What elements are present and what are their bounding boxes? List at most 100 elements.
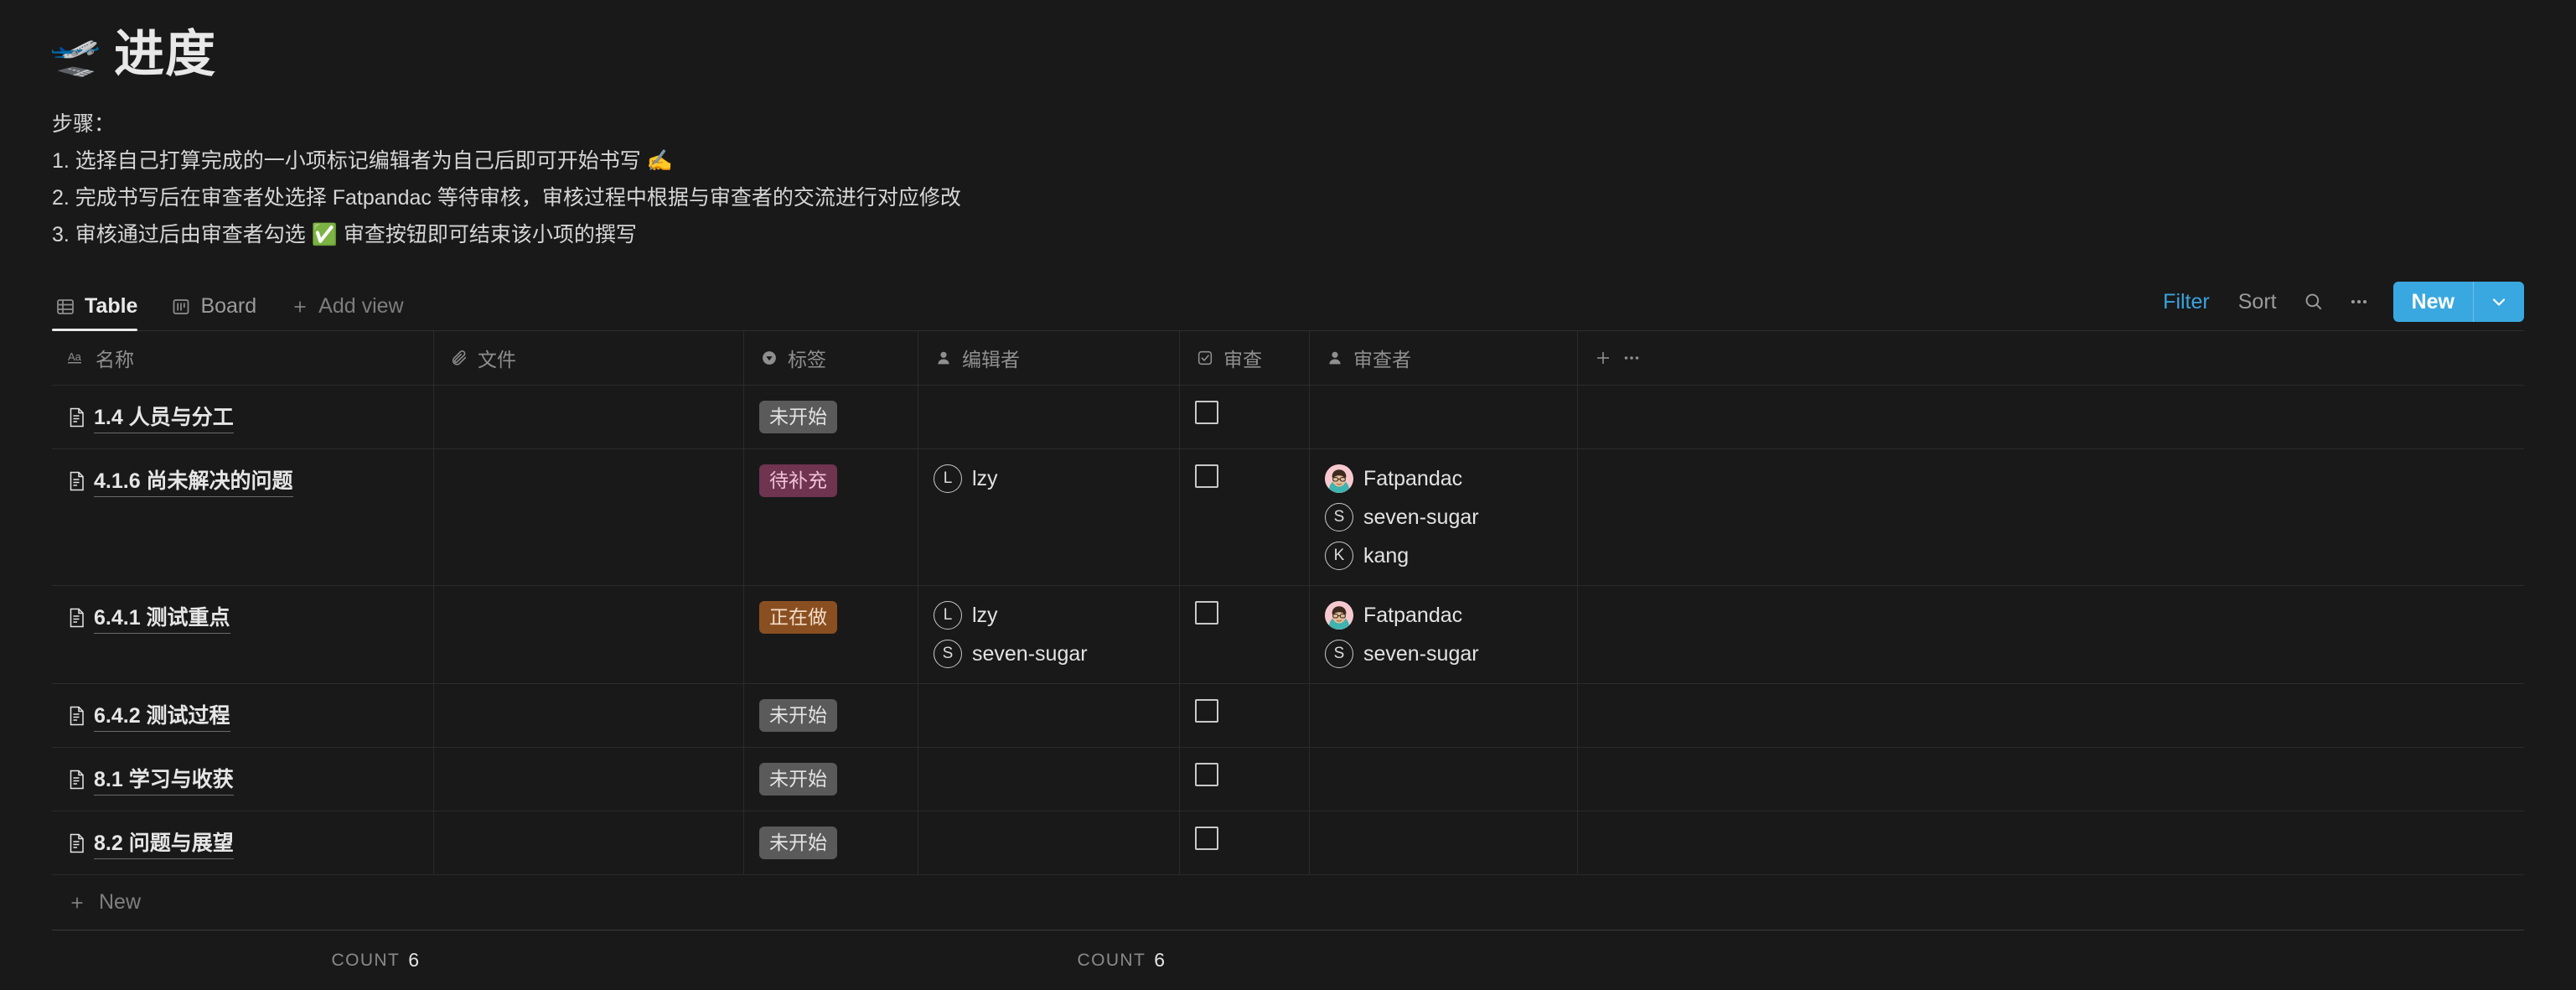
cell-file[interactable] (434, 449, 744, 585)
person-chip[interactable]: Llzy (934, 601, 1164, 630)
cell-review[interactable] (1180, 748, 1310, 811)
row-title[interactable]: 6.4.1 测试重点 (67, 601, 418, 634)
person-chip[interactable]: Kkang (1325, 542, 1562, 570)
review-checkbox[interactable] (1195, 763, 1218, 786)
cell-name[interactable]: 4.1.6 尚未解决的问题 (52, 449, 434, 585)
review-checkbox[interactable] (1195, 464, 1218, 488)
row-title[interactable]: 4.1.6 尚未解决的问题 (67, 464, 418, 497)
cell-reviewer[interactable]: Fatpandac Sseven-sugar Kkang (1310, 449, 1578, 585)
chevron-down-icon[interactable] (2474, 282, 2524, 322)
cell-editor[interactable] (918, 811, 1180, 874)
cell-name[interactable]: 6.4.2 测试过程 (52, 684, 434, 747)
board-icon (171, 297, 191, 317)
cell-reviewer[interactable] (1310, 386, 1578, 448)
search-icon[interactable] (2291, 286, 2336, 318)
cell-review[interactable] (1180, 811, 1310, 874)
review-checkbox[interactable] (1195, 601, 1218, 625)
cell-review[interactable] (1180, 684, 1310, 747)
plus-icon[interactable] (1593, 348, 1613, 368)
column-header-tag[interactable]: 标签 (744, 331, 918, 385)
cell-editor[interactable]: Llzy (918, 449, 1180, 585)
cell-file[interactable] (434, 386, 744, 448)
cell-file[interactable] (434, 748, 744, 811)
column-header-review-label: 审查 (1223, 349, 1262, 371)
cell-file[interactable] (434, 586, 744, 683)
table-row[interactable]: 4.1.6 尚未解决的问题 待补充 Llzy Fatpandac Sseven-suga… (52, 449, 2524, 586)
cell-editor[interactable] (918, 748, 1180, 811)
cell-reviewer[interactable] (1310, 748, 1578, 811)
column-header-file[interactable]: 文件 (434, 331, 744, 385)
row-title[interactable]: 6.4.2 测试过程 (67, 699, 418, 732)
page-icon (67, 470, 87, 492)
status-badge[interactable]: 未开始 (759, 699, 837, 732)
person-name: seven-sugar (1363, 641, 1479, 666)
person-name: lzy (972, 466, 998, 490)
cell-editor[interactable]: Llzy Sseven-sugar (918, 586, 1180, 683)
status-badge[interactable]: 未开始 (759, 827, 837, 859)
person-chip[interactable]: Llzy (934, 464, 1164, 493)
page-title[interactable]: 进度 (114, 29, 216, 80)
svg-text:Aa: Aa (68, 350, 82, 363)
cell-reviewer[interactable] (1310, 684, 1578, 747)
cell-name[interactable]: 8.1 学习与收获 (52, 748, 434, 811)
new-row-label: New (99, 890, 142, 914)
review-checkbox[interactable] (1195, 699, 1218, 723)
filter-button[interactable]: Filter (2149, 285, 2224, 319)
status-badge[interactable]: 未开始 (759, 401, 837, 433)
cell-tag[interactable]: 未开始 (744, 684, 918, 747)
tab-table[interactable]: Table (52, 275, 153, 331)
table-row[interactable]: 6.4.2 测试过程 未开始 (52, 684, 2524, 748)
cell-editor[interactable] (918, 684, 1180, 747)
new-button[interactable]: New (2393, 282, 2473, 322)
cell-editor[interactable] (918, 386, 1180, 448)
cell-tag[interactable]: 未开始 (744, 748, 918, 811)
cell-review[interactable] (1180, 449, 1310, 585)
table-row[interactable]: 6.4.1 测试重点 正在做 Llzy Sseven-sugar Fatpandac Ss… (52, 586, 2524, 684)
person-chip[interactable]: Sseven-sugar (934, 640, 1164, 668)
new-row-button[interactable]: New (52, 875, 2524, 930)
review-checkbox[interactable] (1195, 401, 1218, 424)
table-row[interactable]: 1.4 人员与分工 未开始 (52, 386, 2524, 449)
row-title[interactable]: 1.4 人员与分工 (67, 401, 418, 433)
cell-tag[interactable]: 待补充 (744, 449, 918, 585)
plus-icon (290, 297, 310, 317)
table-row[interactable]: 8.2 问题与展望 未开始 (52, 811, 2524, 875)
row-title[interactable]: 8.1 学习与收获 (67, 763, 418, 796)
status-badge[interactable]: 正在做 (759, 601, 837, 634)
cell-name[interactable]: 8.2 问题与展望 (52, 811, 434, 874)
column-header-name[interactable]: Aa 名称 (52, 331, 434, 385)
column-header-review[interactable]: 审查 (1180, 331, 1310, 385)
more-horizontal-icon[interactable] (1622, 348, 1642, 368)
table-row[interactable]: 8.1 学习与收获 未开始 (52, 748, 2524, 811)
page-icon (67, 705, 87, 727)
sort-button[interactable]: Sort (2224, 285, 2291, 319)
cell-reviewer[interactable] (1310, 811, 1578, 874)
status-badge[interactable]: 待补充 (759, 464, 837, 497)
cell-name[interactable]: 1.4 人员与分工 (52, 386, 434, 448)
airplane-departure-emoji[interactable]: 🛫 (49, 31, 101, 78)
person-chip[interactable]: Sseven-sugar (1325, 503, 1562, 531)
row-title[interactable]: 8.2 问题与展望 (67, 827, 418, 859)
status-badge[interactable]: 未开始 (759, 763, 837, 796)
cell-tag[interactable]: 未开始 (744, 386, 918, 448)
avatar: L (934, 464, 962, 493)
person-chip[interactable]: Fatpandac (1325, 464, 1562, 493)
tab-board[interactable]: Board (153, 275, 272, 330)
cell-reviewer[interactable]: Fatpandac Sseven-sugar (1310, 586, 1578, 683)
cell-review[interactable] (1180, 386, 1310, 448)
cell-spacer (1578, 449, 2524, 585)
cell-tag[interactable]: 未开始 (744, 811, 918, 874)
column-header-editor[interactable]: 编辑者 (918, 331, 1180, 385)
table-icon (55, 297, 75, 317)
cell-file[interactable] (434, 684, 744, 747)
add-view-button[interactable]: Add view (272, 294, 418, 330)
cell-review[interactable] (1180, 586, 1310, 683)
person-chip[interactable]: Sseven-sugar (1325, 640, 1562, 668)
cell-tag[interactable]: 正在做 (744, 586, 918, 683)
cell-file[interactable] (434, 811, 744, 874)
person-chip[interactable]: Fatpandac (1325, 601, 1562, 630)
cell-name[interactable]: 6.4.1 测试重点 (52, 586, 434, 683)
column-header-reviewer[interactable]: 审查者 (1310, 331, 1578, 385)
more-horizontal-icon[interactable] (2336, 286, 2382, 318)
review-checkbox[interactable] (1195, 827, 1218, 850)
